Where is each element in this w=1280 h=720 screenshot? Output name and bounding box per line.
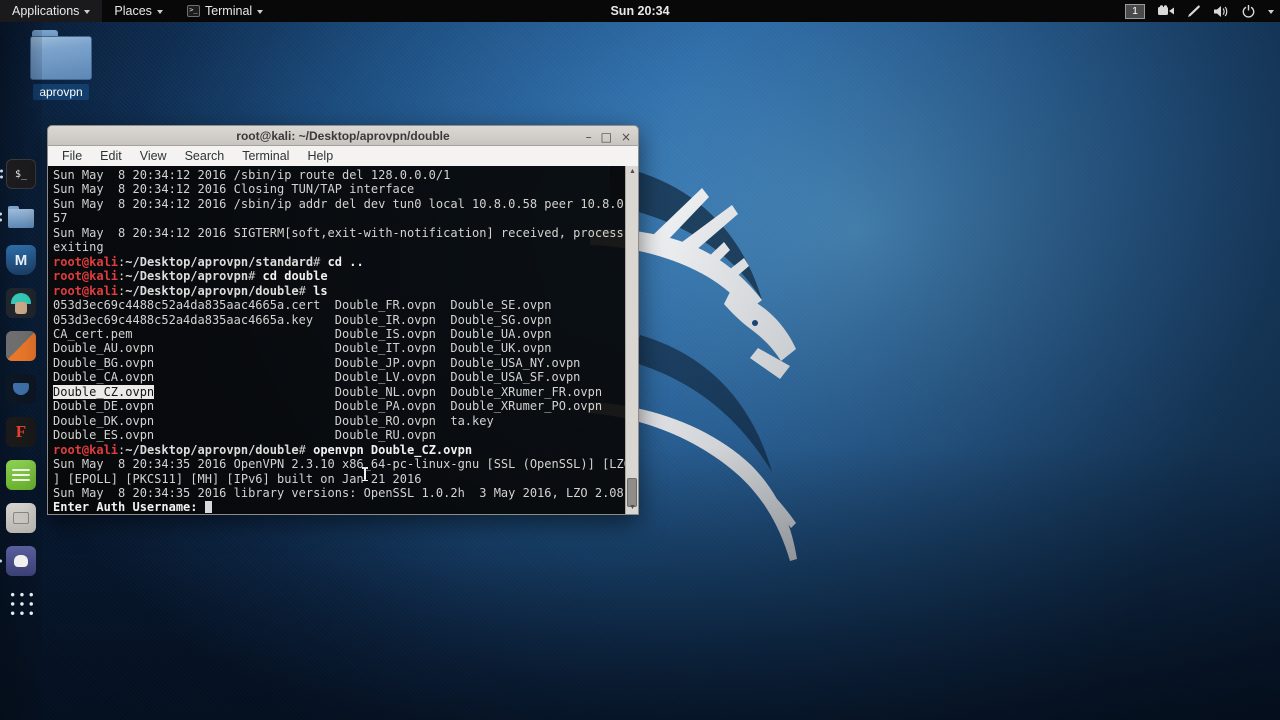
dock-beef-icon[interactable] (6, 374, 36, 404)
menu-edit[interactable]: Edit (92, 148, 130, 164)
running-indicator (0, 212, 2, 222)
menu-file[interactable]: File (54, 148, 90, 164)
caret-down-icon[interactable] (1268, 9, 1274, 14)
terminal-line: root@kali:~/Desktop/aprovpn# cd double (53, 269, 328, 284)
terminal-line: Double_CA.ovpn Double_LV.ovpn Double_USA… (53, 370, 581, 385)
dock-faraday-icon[interactable]: F (6, 417, 36, 447)
faraday-glyph: F (15, 422, 27, 441)
desktop-screen: Applications Places >_ Terminal Sun 20:3… (0, 0, 1280, 720)
window-menubar: File Edit View Search Terminal Help (47, 146, 639, 166)
terminal-line: root@kali:~/Desktop/aprovpn/double# ls (53, 283, 328, 298)
maximize-button[interactable]: □ (601, 131, 612, 143)
terminal-glyph: $_ (14, 168, 28, 180)
window-title: root@kali: ~/Desktop/aprovpn/double (236, 128, 450, 143)
menu-search[interactable]: Search (177, 148, 233, 164)
terminal-appmenu[interactable]: >_ Terminal (175, 0, 275, 22)
menu-terminal[interactable]: Terminal (234, 148, 297, 164)
top-bar: Applications Places >_ Terminal Sun 20:3… (0, 0, 1280, 22)
terminal-line: 57 (53, 211, 68, 226)
terminal-line: root@kali:~/Desktop/aprovpn/standard# cd… (53, 254, 364, 269)
dock-leafpad-icon[interactable] (6, 460, 36, 490)
terminal-line: Sun May 8 20:34:12 2016 /sbin/ip route d… (53, 168, 451, 182)
minimize-button[interactable]: – (586, 131, 592, 143)
scroll-up-arrow[interactable]: ▲ (626, 166, 639, 178)
terminal-line: exiting (53, 240, 104, 255)
terminal-icon: >_ (186, 5, 200, 17)
screen-recorder-icon[interactable] (1158, 5, 1174, 17)
dock-burpsuite-icon[interactable] (6, 331, 36, 361)
terminal-window: root@kali: ~/Desktop/aprovpn/double – □ … (47, 125, 639, 515)
places-menu-label: Places (114, 4, 152, 18)
input-pen-icon[interactable] (1187, 5, 1201, 18)
terminal-line: ] [EPOLL] [PKCS11] [MH] [IPv6] built on … (53, 471, 422, 486)
clock[interactable]: Sun 20:34 (610, 0, 669, 22)
terminal-line: CA_cert.pem Double_IS.ovpn Double_UA.ovp… (53, 326, 552, 341)
terminal-line: Double_CZ.ovpn Double_NL.ovpn Double_XRu… (53, 384, 603, 399)
power-icon[interactable] (1242, 4, 1255, 18)
terminal-output[interactable]: Sun May 8 20:34:12 2016 /sbin/ip route d… (48, 166, 625, 514)
places-menu[interactable]: Places (102, 0, 175, 22)
scroll-down-arrow[interactable]: ▼ (626, 502, 639, 514)
window-titlebar[interactable]: root@kali: ~/Desktop/aprovpn/double – □ … (47, 125, 639, 146)
close-button[interactable]: × (621, 131, 631, 143)
dock-dog-app-icon[interactable] (0, 546, 36, 576)
terminal-line: Double_DE.ovpn Double_PA.ovpn Double_XRu… (53, 399, 603, 414)
terminal-line: Sun May 8 20:34:35 2016 OpenVPN 2.3.10 x… (53, 457, 625, 472)
terminal-appmenu-label: Terminal (204, 4, 253, 18)
terminal-line: 053d3ec69c4488c52a4da835aac4665a.key Dou… (53, 312, 552, 327)
terminal-line: Double_BG.ovpn Double_JP.ovpn Double_USA… (53, 355, 581, 370)
chevron-down-icon (257, 9, 264, 14)
metasploit-glyph: M (14, 251, 28, 269)
dock-files-icon[interactable] (0, 202, 36, 232)
running-indicator (0, 559, 2, 563)
menu-view[interactable]: View (132, 148, 175, 164)
applications-menu[interactable]: Applications (0, 0, 103, 22)
dock-gray-app-icon[interactable] (6, 503, 36, 533)
terminal-line: Sun May 8 20:34:12 2016 Closing TUN/TAP … (53, 182, 415, 197)
terminal-line: Double_ES.ovpn Double_RU.ovpn (53, 428, 436, 443)
terminal-line: Sun May 8 20:34:35 2016 library versions… (53, 485, 624, 500)
terminal-line: root@kali:~/Desktop/aprovpn/double# open… (53, 442, 473, 457)
terminal-line: Double_DK.ovpn Double_RO.ovpn ta.key (53, 413, 494, 428)
chevron-down-icon (156, 9, 163, 14)
applications-menu-label: Applications (12, 4, 80, 18)
dock-armitage-icon[interactable] (6, 288, 36, 318)
terminal-cursor (204, 501, 212, 514)
terminal-line: Sun May 8 20:34:12 2016 SIGTERM[soft,exi… (53, 225, 624, 240)
terminal-line: Double_AU.ovpn Double_IT.ovpn Double_UK.… (53, 341, 552, 356)
menu-help[interactable]: Help (299, 148, 341, 164)
folder-icon (8, 206, 34, 228)
volume-icon[interactable] (1214, 5, 1229, 18)
dock: $_ M F (0, 22, 42, 720)
terminal-line: 053d3ec69c4488c52a4da835aac4665a.cert Do… (53, 298, 552, 313)
running-indicator (0, 169, 3, 179)
terminal-body: Sun May 8 20:34:12 2016 /sbin/ip route d… (47, 166, 639, 515)
terminal-line: Enter Auth Username: (53, 500, 625, 514)
terminal-line: Sun May 8 20:34:12 2016 /sbin/ip addr de… (53, 196, 625, 211)
dock-terminal-icon[interactable]: $_ (0, 159, 36, 189)
show-applications-icon[interactable] (7, 589, 35, 617)
scrollbar[interactable]: ▲ ▼ (625, 166, 638, 514)
chevron-down-icon (84, 9, 91, 14)
dock-metasploit-icon[interactable]: M (6, 245, 36, 275)
workspace-indicator[interactable]: 1 (1125, 3, 1145, 19)
